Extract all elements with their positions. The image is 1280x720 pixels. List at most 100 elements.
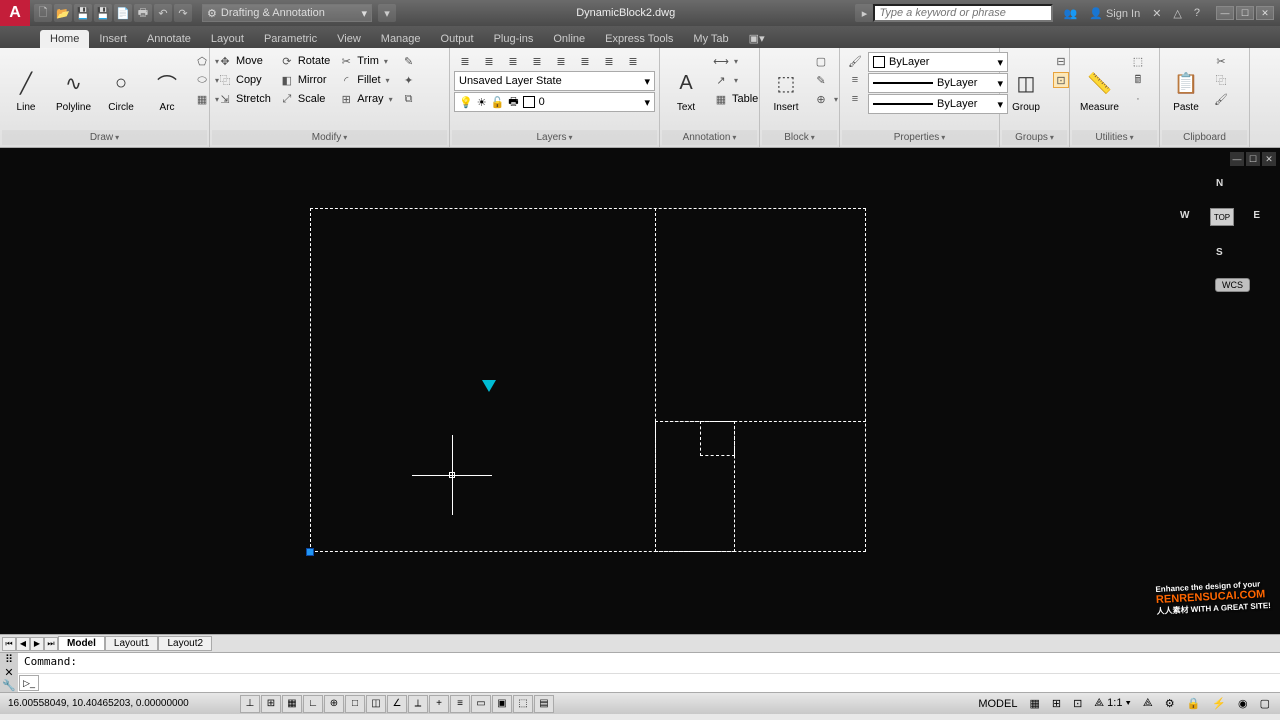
layout-nav-prev[interactable]: ◀ bbox=[16, 637, 30, 651]
close-cmd-icon[interactable]: ✕ bbox=[4, 666, 13, 679]
viewcube[interactable]: N S W E TOP bbox=[1180, 178, 1260, 258]
ribbon-panel-cycle-icon[interactable]: ▣▾ bbox=[739, 29, 775, 48]
maximize-button[interactable]: ☐ bbox=[1236, 6, 1254, 20]
viewcube-w[interactable]: W bbox=[1180, 210, 1189, 221]
group-edit-button[interactable]: ⊡ bbox=[1050, 71, 1072, 89]
panel-modify-title[interactable]: Modify bbox=[212, 130, 447, 145]
edit-block-button[interactable]: ✎ bbox=[810, 71, 841, 89]
scale-button[interactable]: ⤢Scale bbox=[276, 90, 333, 108]
grid-toggle[interactable]: ▦ bbox=[282, 695, 302, 713]
layer-state-button[interactable]: ≣ bbox=[622, 52, 644, 70]
workspace-switch-icon[interactable]: ⚙ bbox=[1161, 697, 1179, 710]
group-button[interactable]: ◫Group bbox=[1004, 52, 1048, 128]
tab-manage[interactable]: Manage bbox=[371, 30, 431, 48]
trim-button[interactable]: ✂Trim bbox=[335, 52, 395, 70]
layer-lock-button[interactable]: ≣ bbox=[526, 52, 548, 70]
coordinates-readout[interactable]: 16.00558049, 10.40465203, 0.00000000 bbox=[0, 698, 240, 709]
search-dropdown-icon[interactable]: ▸ bbox=[855, 4, 873, 22]
open-icon[interactable]: 📂 bbox=[54, 4, 72, 22]
save-icon[interactable]: 💾 bbox=[74, 4, 92, 22]
tab-mytab[interactable]: My Tab bbox=[683, 30, 738, 48]
linetype-dropdown[interactable]: ByLayer▾ bbox=[868, 73, 1008, 93]
3dosnap-toggle[interactable]: ◫ bbox=[366, 695, 386, 713]
ortho-toggle[interactable]: ∟ bbox=[303, 695, 323, 713]
layout-nav-next[interactable]: ▶ bbox=[30, 637, 44, 651]
panel-annotation-title[interactable]: Annotation bbox=[662, 130, 757, 145]
match-button[interactable]: 🖌 bbox=[1210, 90, 1232, 108]
doc-close-button[interactable]: ✕ bbox=[1262, 152, 1276, 166]
toolbar-lock-icon[interactable]: 🔒 bbox=[1183, 697, 1205, 710]
tab-parametric[interactable]: Parametric bbox=[254, 30, 327, 48]
osnap-toggle[interactable]: □ bbox=[345, 695, 365, 713]
mirror-button[interactable]: ◧Mirror bbox=[276, 71, 333, 89]
offset-button[interactable]: ⧉ bbox=[398, 90, 420, 108]
hardware-accel-icon[interactable]: ⚡ bbox=[1208, 697, 1230, 710]
annovis-toggle[interactable]: ⟁ bbox=[1139, 697, 1157, 710]
layout-tab-model[interactable]: Model bbox=[58, 636, 105, 651]
close-button[interactable]: ✕ bbox=[1256, 6, 1274, 20]
create-block-button[interactable]: ▢ bbox=[810, 52, 841, 70]
cut-button[interactable]: ✂ bbox=[1210, 52, 1232, 70]
qat-dropdown-icon[interactable]: ▾ bbox=[378, 4, 396, 22]
erase-button[interactable]: ✎ bbox=[398, 52, 420, 70]
point-button[interactable]: · bbox=[1127, 90, 1149, 108]
annoscale-dropdown[interactable]: ⟁ 1:1 ▾ bbox=[1090, 697, 1135, 710]
paste-button[interactable]: 📋Paste bbox=[1164, 52, 1208, 128]
fillet-button[interactable]: ◜Fillet bbox=[335, 71, 395, 89]
grid-display-icon[interactable]: ▦ bbox=[1025, 697, 1043, 710]
polyline-button[interactable]: ∿Polyline bbox=[50, 52, 97, 128]
snap-toggle[interactable]: ⊞ bbox=[261, 695, 281, 713]
clean-screen-icon[interactable]: ▢ bbox=[1256, 697, 1274, 710]
drawing-canvas[interactable]: — ☐ ✕ N S W E TOP WCS Enhance the design… bbox=[0, 148, 1280, 634]
new-icon[interactable]: 🗋 bbox=[34, 4, 52, 22]
layer-props-button[interactable]: ≣ bbox=[454, 52, 476, 70]
app-menu-icon[interactable]: A bbox=[0, 0, 30, 26]
viewcube-e[interactable]: E bbox=[1253, 210, 1260, 221]
otrack-toggle[interactable]: ∠ bbox=[387, 695, 407, 713]
copy-clip-button[interactable]: ⿻ bbox=[1210, 71, 1232, 89]
model-space-button[interactable]: MODEL bbox=[974, 698, 1021, 710]
command-prompt-icon[interactable]: ▷_ bbox=[19, 675, 39, 691]
workspace-dropdown[interactable]: ⚙ Drafting & Annotation ▾ bbox=[202, 4, 372, 22]
layer-state-dropdown[interactable]: Unsaved Layer State▾ bbox=[454, 71, 655, 91]
infer-toggle[interactable]: ⊥ bbox=[240, 695, 260, 713]
infocenter-icon[interactable]: 👥 bbox=[1059, 7, 1081, 20]
select-button[interactable]: ⬚ bbox=[1127, 52, 1149, 70]
redo-icon[interactable]: ↷ bbox=[174, 4, 192, 22]
command-handle[interactable]: ⠿✕🔧 bbox=[0, 653, 18, 692]
lineweight-dropdown[interactable]: ByLayer▾ bbox=[868, 94, 1008, 114]
table-button[interactable]: ▦Table bbox=[710, 90, 761, 108]
copy-button[interactable]: ⿻Copy bbox=[214, 71, 274, 89]
lwt-toggle[interactable]: ≡ bbox=[450, 695, 470, 713]
props-palette-button[interactable]: ≡ bbox=[844, 90, 866, 108]
polar-toggle[interactable]: ⊕ bbox=[324, 695, 344, 713]
panel-utilities-title[interactable]: Utilities bbox=[1072, 130, 1157, 145]
viewcube-s[interactable]: S bbox=[1216, 247, 1223, 258]
line-button[interactable]: ╱Line bbox=[4, 52, 48, 128]
ungroup-button[interactable]: ⊟ bbox=[1050, 52, 1072, 70]
stayconnected-icon[interactable]: △ bbox=[1169, 7, 1185, 20]
tab-view[interactable]: View bbox=[327, 30, 371, 48]
help-icon[interactable]: ? bbox=[1190, 7, 1204, 19]
quickview-layouts-icon[interactable]: ⊞ bbox=[1048, 697, 1065, 710]
panel-groups-title[interactable]: Groups bbox=[1002, 130, 1067, 145]
layer-freeze-button[interactable]: ≣ bbox=[502, 52, 524, 70]
dim-button[interactable]: ⟷ bbox=[710, 52, 761, 70]
wrench-icon[interactable]: 🔧 bbox=[2, 679, 16, 692]
plot-icon[interactable]: 📄 bbox=[114, 4, 132, 22]
command-input[interactable] bbox=[40, 675, 1280, 692]
insert-button[interactable]: ⬚Insert bbox=[764, 52, 808, 128]
grip-basepoint[interactable] bbox=[306, 548, 314, 556]
layout-tab-layout1[interactable]: Layout1 bbox=[105, 636, 159, 651]
viewcube-top[interactable]: TOP bbox=[1210, 208, 1234, 226]
layer-match-button[interactable]: ≣ bbox=[598, 52, 620, 70]
panel-draw-title[interactable]: Draw bbox=[2, 130, 207, 145]
tab-insert[interactable]: Insert bbox=[89, 30, 137, 48]
arc-button[interactable]: ⌒Arc bbox=[145, 52, 189, 128]
saveas-icon[interactable]: 💾 bbox=[94, 4, 112, 22]
rotate-button[interactable]: ⟳Rotate bbox=[276, 52, 333, 70]
attr-block-button[interactable]: ⊕ bbox=[810, 90, 841, 108]
layout-nav-last[interactable]: ⏭ bbox=[44, 637, 58, 651]
undo-icon[interactable]: ↶ bbox=[154, 4, 172, 22]
circle-button[interactable]: ○Circle bbox=[99, 52, 143, 128]
